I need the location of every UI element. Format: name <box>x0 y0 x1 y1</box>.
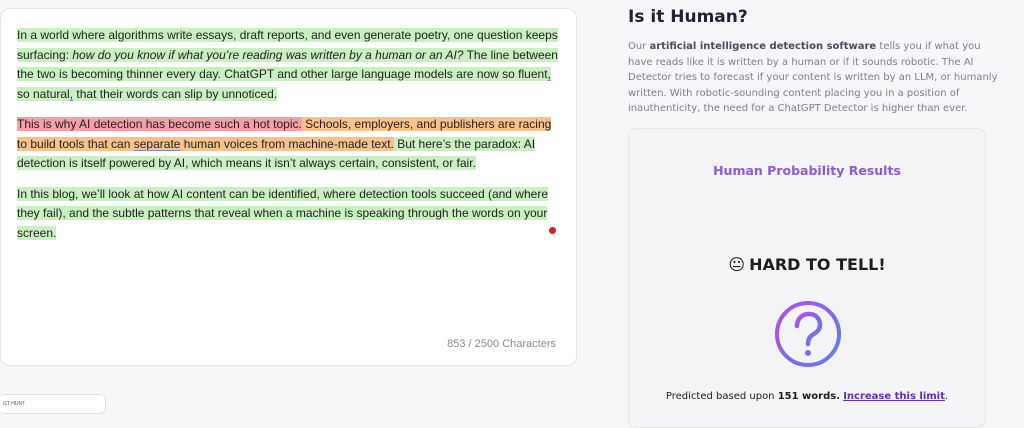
paragraph-1: In a world where algorithms write essays… <box>17 26 563 104</box>
result-heading: Human Probability Results <box>713 163 901 178</box>
increase-limit-link[interactable]: Increase this limit <box>843 391 945 402</box>
editor-content[interactable]: In a world where algorithms write essays… <box>17 26 563 254</box>
section-title: Is it Human? <box>628 7 748 27</box>
prediction-basis: Predicted based upon 151 words. Increase… <box>665 391 949 402</box>
verdict: 😐 HARD TO TELL! <box>629 255 985 274</box>
cursor-dot <box>549 227 556 234</box>
text-editor[interactable]: In a world where algorithms write essays… <box>0 8 577 366</box>
result-card: Human Probability Results 😐 HARD TO TELL!… <box>628 128 986 428</box>
section-description: Our artificial intelligence detection so… <box>628 41 998 115</box>
neutral-face-icon: 😐 <box>728 255 746 274</box>
paragraph-3: In this blog, we’ll look at how AI conte… <box>17 185 563 244</box>
paragraph-2: This is why AI detection has become such… <box>17 115 563 174</box>
side-tab[interactable]: GT HUNT <box>0 394 106 414</box>
human-highlight: In a world where algorithms write essays… <box>17 28 558 101</box>
human-highlight: In this blog, we’ll look at how AI conte… <box>17 186 548 240</box>
verdict-text: HARD TO TELL! <box>749 255 886 274</box>
ai-highlight: This is why AI detection has become such… <box>17 117 302 131</box>
character-counter: 853 / 2500 Characters <box>447 338 556 350</box>
question-mark-circle-icon <box>775 301 841 367</box>
